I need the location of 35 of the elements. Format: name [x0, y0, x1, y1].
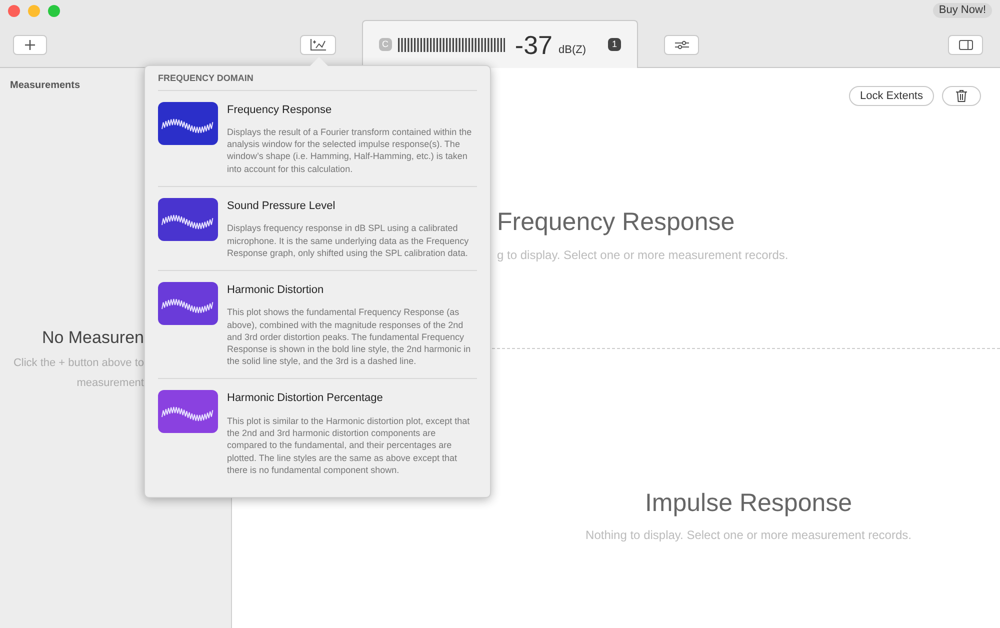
level-reading: -37	[514, 32, 552, 58]
settings-button[interactable]	[664, 35, 699, 55]
option-title: Sound Pressure Level	[227, 198, 336, 214]
channel-badge: 1	[608, 38, 621, 52]
option-description: This plot shows the fundamental Frequency Response (as above), combined with the magnitude responses of the 2nd and 3rd order distortion peaks. The fundamental Frequency Response is shown in the bold line style, the 2nd harmonic in the solid line style, and the 3rd is a dashed line.	[227, 306, 472, 368]
option-description: Displays frequency response in dB SPL using a calibrated microphone. It is the same underlying data as the Frequency Response graph, only shifted using the SPL calibration data.	[227, 222, 470, 259]
delete-button[interactable]	[942, 86, 981, 106]
sidebar-toggle-button[interactable]	[948, 35, 983, 55]
sliders-icon	[674, 40, 688, 50]
sidebar-title: Measurements	[10, 79, 80, 93]
sidebar-icon	[958, 40, 972, 50]
pane-title: Frequency Response	[497, 207, 736, 238]
graph-type-option[interactable]: Sound Pressure Level Displays frequency response in dB SPL using a calibrated microphone. It is the same underlying data as the Frequency Response graph, only shifted using the SPL calibration data.	[158, 186, 477, 271]
pane-title: Impulse Response	[644, 488, 852, 518]
empty-state-hint: Click the + button above to	[13, 356, 144, 370]
pane-message: Nothing to display. Select one or more measurement records.	[586, 527, 912, 544]
empty-state-hint: measurement	[76, 376, 144, 391]
add-button[interactable]	[13, 35, 47, 55]
option-title: Harmonic Distortion Percentage	[227, 391, 384, 406]
level-unit: dB(Z)	[558, 42, 586, 58]
graph-button[interactable]	[300, 35, 336, 55]
level-meter-icon	[398, 38, 505, 52]
option-title: Harmonic Distortion	[227, 282, 325, 298]
weighting-badge: C	[379, 38, 392, 52]
pane-message: g to display. Select one or more measurement records.	[497, 246, 790, 264]
buy-now-button[interactable]: Buy Now!	[932, 3, 992, 18]
plus-icon	[25, 40, 35, 50]
trash-icon	[956, 90, 967, 102]
lock-extents-button[interactable]: Lock Extents	[849, 86, 934, 106]
option-description: This plot is similar to the Harmonic distortion plot, except that the 2nd and 3rd harmonic distortion components are compared to the fundamental, and their percentages are plotted. The line styles are the same as above except that there is no fundamental component shown.	[227, 414, 471, 476]
section-heading: FREQUENCY DOMAIN	[158, 66, 477, 90]
option-title: Frequency Response	[227, 102, 333, 118]
empty-state-title: No Measuren	[42, 327, 144, 349]
chart-icon	[310, 39, 326, 51]
option-description: Displays the result of a Fourier transform contained within the analysis window for the selected impulse response(s). The window’s shape (i.e. Hamming, Half-Hamming, etc.) is taken into account for this calculation.	[227, 126, 473, 175]
